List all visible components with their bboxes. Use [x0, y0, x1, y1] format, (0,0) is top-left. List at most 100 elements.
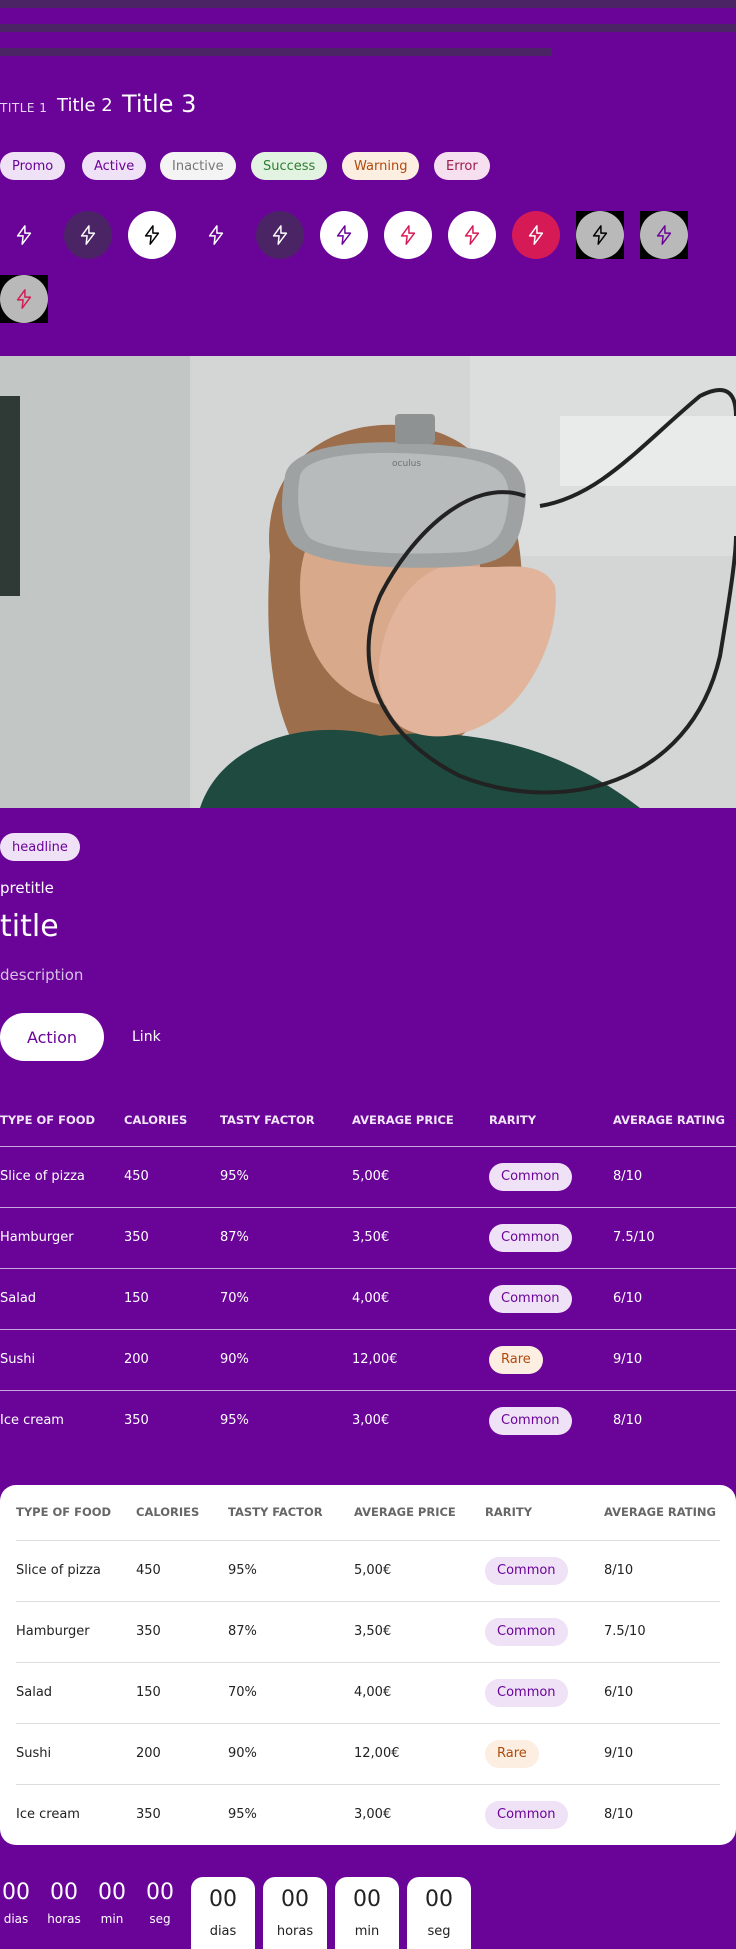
countdown-label: seg [427, 1924, 451, 1939]
table-header-row: TYPE OF FOOD CALORIES TASTY FACTOR AVERA… [16, 1485, 720, 1541]
bolt-icon [272, 225, 288, 245]
food-table-inverse: TYPE OF FOOD CALORIES TASTY FACTOR AVERA… [0, 1094, 736, 1451]
countdown-value: 00 [425, 1887, 453, 1912]
column-header: AVERAGE RATING [613, 1094, 736, 1147]
bolt-icon [656, 225, 672, 245]
table-cell: 5,00€ [354, 1540, 485, 1602]
bolt-icon [400, 225, 416, 245]
table-cell: 450 [136, 1540, 228, 1602]
table-cell: Slice of pizza [0, 1146, 124, 1208]
badge-promo: Promo [0, 152, 66, 180]
card-title: title [0, 909, 59, 944]
food-table-card: TYPE OF FOOD CALORIES TASTY FACTOR AVERA… [0, 1485, 736, 1845]
table-cell: 87% [220, 1207, 352, 1269]
rarity-badge: Common [489, 1223, 572, 1252]
table-cell: Common [485, 1662, 604, 1724]
table-cell: Sushi [16, 1723, 136, 1785]
table-cell: 350 [124, 1413, 149, 1429]
title-1: Title 1 [0, 101, 48, 115]
table-header-row: TYPE OF FOOD CALORIES TASTY FACTOR AVERA… [0, 1094, 736, 1147]
countdown-box-seconds: 00 seg [407, 1877, 471, 1949]
table-cell: 3,00€ [354, 1807, 392, 1823]
table-cell: 12,00€ [354, 1723, 485, 1785]
action-button[interactable]: Action [0, 1013, 104, 1061]
table-cell: 4,00€ [352, 1268, 489, 1330]
table-cell: Rare [489, 1329, 613, 1391]
countdown-label: dias [209, 1924, 237, 1939]
table-cell: Ice cream [0, 1413, 64, 1429]
table-row: Slice of pizza 450 95% 5,00€ Common 8/10 [16, 1540, 720, 1602]
icon-button-11[interactable] [640, 211, 688, 259]
icon-button-9[interactable] [512, 211, 560, 259]
table-cell: 3,50€ [354, 1601, 485, 1663]
food-table: TYPE OF FOOD CALORIES TASTY FACTOR AVERA… [16, 1485, 720, 1845]
rarity-badge: Common [485, 1556, 568, 1585]
bolt-icon [336, 225, 352, 245]
icon-button-6[interactable] [320, 211, 368, 259]
table-cell: 3,50€ [352, 1207, 489, 1269]
table-cell: Rare [485, 1723, 604, 1785]
icon-button-4[interactable] [192, 211, 240, 259]
table-cell: Hamburger [16, 1601, 136, 1663]
icon-button-12[interactable] [0, 275, 48, 323]
table-cell: 200 [136, 1723, 228, 1785]
icon-button-1[interactable] [0, 211, 48, 259]
table-cell: Common [489, 1207, 613, 1269]
icon-button-7[interactable] [384, 211, 432, 259]
icon-button-8[interactable] [448, 211, 496, 259]
icon-button-5[interactable] [256, 211, 304, 259]
table-cell: Sushi [0, 1329, 124, 1391]
table-cell: Common [485, 1784, 604, 1845]
countdown-label: min [100, 1912, 124, 1926]
pretitle: pretitle [0, 879, 54, 897]
countdown-value: 00 [146, 1880, 174, 1905]
table-cell: 4,00€ [354, 1662, 485, 1724]
rarity-badge: Rare [489, 1345, 543, 1374]
badge-active: Active [82, 152, 147, 180]
countdown-box-days: 00 dias [191, 1877, 255, 1949]
countdown-label: dias [3, 1912, 29, 1926]
table-cell: Ice cream [16, 1807, 80, 1823]
link-button[interactable]: Link [116, 1013, 177, 1061]
table-cell: 95% [220, 1146, 352, 1208]
countdown-value: 00 [50, 1880, 78, 1905]
table-row: Hamburger 350 87% 3,50€ Common 7.5/10 [0, 1207, 736, 1269]
table-row: Sushi 200 90% 12,00€ Rare 9/10 [16, 1723, 720, 1785]
table-cell: Salad [0, 1268, 124, 1330]
countdown-value: 00 [281, 1887, 309, 1912]
table-cell: 6/10 [604, 1662, 720, 1724]
bolt-icon [16, 289, 32, 309]
table-row: Hamburger 350 87% 3,50€ Common 7.5/10 [16, 1601, 720, 1663]
table-row: Salad 150 70% 4,00€ Common 6/10 [16, 1662, 720, 1724]
title-2: Title 2 [57, 95, 113, 116]
icon-button-3[interactable] [128, 211, 176, 259]
rarity-badge: Common [485, 1617, 568, 1646]
table-cell: 350 [136, 1807, 161, 1823]
table-cell: 150 [136, 1662, 228, 1724]
table-cell: 3,00€ [352, 1413, 390, 1429]
column-header: TASTY FACTOR [228, 1485, 354, 1541]
table-cell: 6/10 [613, 1268, 736, 1330]
badge-error: Error [434, 152, 490, 180]
table-cell: 12,00€ [352, 1329, 489, 1391]
countdown-label: horas [47, 1912, 81, 1926]
table-row: Ice cream 350 95% 3,00€ Common 8/10 [16, 1784, 720, 1845]
table-cell: 8/10 [613, 1146, 736, 1208]
table-cell: 70% [220, 1268, 352, 1330]
table-cell: Slice of pizza [16, 1540, 136, 1602]
title-3: Title 3 [122, 90, 197, 118]
countdown-seconds: 00 seg [140, 1880, 180, 1928]
column-header: AVERAGE PRICE [354, 1485, 485, 1541]
column-header: TYPE OF FOOD [16, 1485, 136, 1541]
bolt-icon [144, 225, 160, 245]
vr-headset-photo: oculus [0, 356, 736, 808]
icon-button-2[interactable] [64, 211, 112, 259]
table-cell: Common [485, 1540, 604, 1602]
table-cell: 8/10 [604, 1807, 634, 1823]
bolt-icon [592, 225, 608, 245]
table-cell: Common [489, 1268, 613, 1330]
progress-bar-3 [0, 48, 552, 56]
table-cell: Common [489, 1146, 613, 1208]
icon-button-10[interactable] [576, 211, 624, 259]
table-cell: 9/10 [613, 1329, 736, 1391]
